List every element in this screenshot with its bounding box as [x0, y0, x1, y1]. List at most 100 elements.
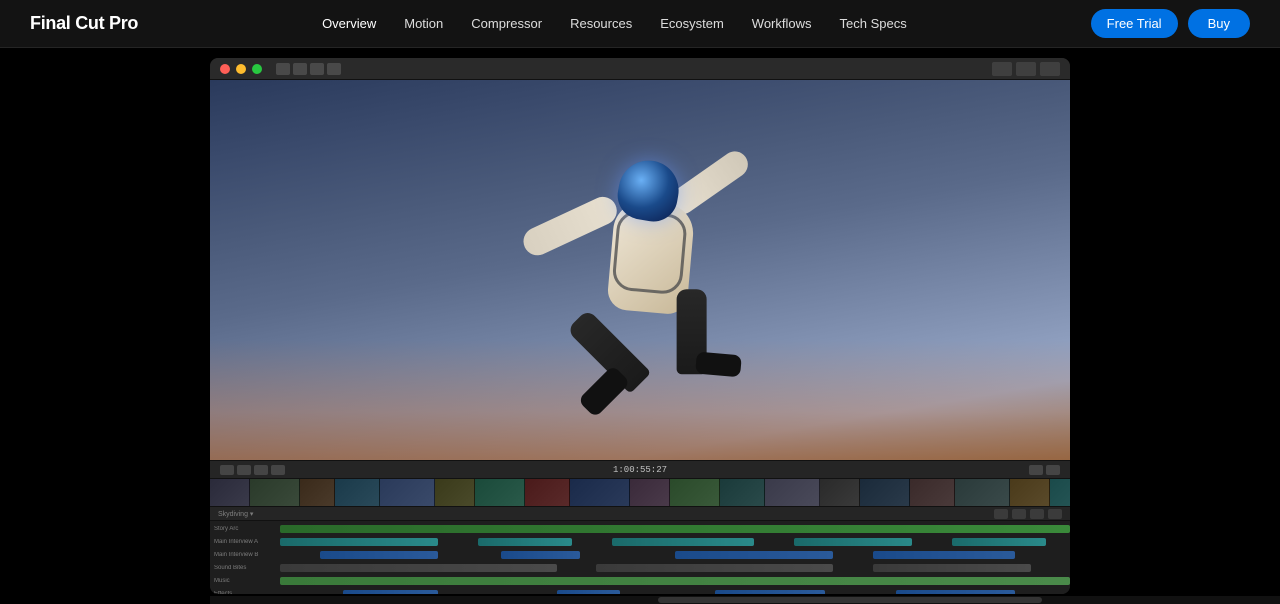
timeline-tracks: Story Arc Main Interview A: [210, 521, 1070, 594]
free-trial-button[interactable]: Free Trial: [1091, 9, 1178, 38]
nav-link-compressor[interactable]: Compressor: [471, 16, 542, 31]
track-label-6: Effects: [210, 591, 280, 594]
track-clips-5[interactable]: [280, 576, 1070, 586]
main-content: 1:00:55:27: [0, 0, 1280, 604]
film-clip-16[interactable]: [910, 479, 955, 506]
nav-link-tech-specs[interactable]: Tech Specs: [840, 16, 907, 31]
track-label-5: Music: [210, 578, 280, 584]
toolbar-icon-3[interactable]: [310, 63, 324, 75]
buy-button[interactable]: Buy: [1188, 9, 1250, 38]
viewer-toolbar: 1:00:55:27: [210, 460, 1070, 478]
zoom-control[interactable]: [1029, 465, 1043, 475]
clip-2-2[interactable]: [478, 538, 573, 546]
track-clips-2[interactable]: [280, 537, 1070, 547]
film-clip-18[interactable]: [1010, 479, 1050, 506]
close-button[interactable]: [220, 64, 230, 74]
app-window: 1:00:55:27: [210, 58, 1070, 594]
toolbar-icon-4[interactable]: [327, 63, 341, 75]
volume-button[interactable]: [271, 465, 285, 475]
loop-button[interactable]: [254, 465, 268, 475]
clip-1-1[interactable]: [280, 525, 1070, 533]
toolbar-icon-2[interactable]: [293, 63, 307, 75]
track-clips-6[interactable]: [280, 589, 1070, 594]
nav-buttons: Free Trial Buy: [1091, 9, 1250, 38]
film-clip-11[interactable]: [670, 479, 720, 506]
timeline-editor: Skydiving ▾ Story Arc M: [210, 506, 1070, 594]
film-clip-12[interactable]: [720, 479, 765, 506]
track-row-1: Story Arc: [210, 523, 1070, 535]
fullscreen-toggle[interactable]: [1046, 465, 1060, 475]
film-clip-5[interactable]: [380, 479, 435, 506]
clip-6-2[interactable]: [557, 590, 620, 594]
nav-link-overview[interactable]: Overview: [322, 16, 376, 31]
film-clip-7[interactable]: [475, 479, 525, 506]
filmstrip-track: [210, 479, 1070, 506]
film-clip-3[interactable]: [300, 479, 335, 506]
viewer-right-controls: [1029, 465, 1060, 475]
film-clip-13[interactable]: [765, 479, 820, 506]
clip-6-3[interactable]: [715, 590, 826, 594]
track-label-2: Main Interview A: [210, 539, 280, 545]
view-toggle-1[interactable]: [992, 62, 1012, 76]
playback-controls: [220, 465, 285, 475]
nav-link-motion[interactable]: Motion: [404, 16, 443, 31]
film-clip-4[interactable]: [335, 479, 380, 506]
timeline-ctrl-2[interactable]: [1012, 509, 1026, 519]
film-clip-6[interactable]: [435, 479, 475, 506]
film-clip-19[interactable]: [1050, 479, 1070, 506]
clip-3-1[interactable]: [320, 551, 439, 559]
film-clip-14[interactable]: [820, 479, 860, 506]
clip-2-5[interactable]: [952, 538, 1047, 546]
clip-3-3[interactable]: [675, 551, 833, 559]
toolbar-icon-1[interactable]: [276, 63, 290, 75]
timeline-ctrl-3[interactable]: [1030, 509, 1044, 519]
app-logo[interactable]: Final Cut Pro: [30, 13, 138, 34]
minimize-button[interactable]: [236, 64, 246, 74]
skip-button[interactable]: [237, 465, 251, 475]
clip-4-3[interactable]: [873, 564, 1031, 572]
clip-3-4[interactable]: [873, 551, 1015, 559]
timeline-ctrl-1[interactable]: [994, 509, 1008, 519]
track-row-4: Sound Bites: [210, 562, 1070, 574]
clip-6-4[interactable]: [896, 590, 1015, 594]
clip-6-1[interactable]: [343, 590, 438, 594]
track-label-3: Main Interview B: [210, 552, 280, 558]
track-clips-3[interactable]: [280, 550, 1070, 560]
track-clips-4[interactable]: [280, 563, 1070, 573]
clip-2-4[interactable]: [794, 538, 913, 546]
clip-3-2[interactable]: [501, 551, 580, 559]
clip-4-1[interactable]: [280, 564, 557, 572]
timeline-ctrl-4[interactable]: [1048, 509, 1062, 519]
track-row-2: Main Interview A: [210, 536, 1070, 548]
film-clip-8[interactable]: [525, 479, 570, 506]
film-clip-1[interactable]: [210, 479, 250, 506]
view-toggle-2[interactable]: [1016, 62, 1036, 76]
film-clip-15[interactable]: [860, 479, 910, 506]
clip-4-2[interactable]: [596, 564, 833, 572]
track-row-6: Effects: [210, 588, 1070, 594]
harness: [611, 210, 688, 296]
nav-links: Overview Motion Compressor Resources Eco…: [322, 16, 907, 31]
viewer-area: [210, 80, 1070, 460]
film-clip-17[interactable]: [955, 479, 1010, 506]
track-clips-1[interactable]: [280, 524, 1070, 534]
shoe-right: [695, 351, 742, 377]
fullscreen-button[interactable]: [252, 64, 262, 74]
nav-link-resources[interactable]: Resources: [570, 16, 632, 31]
nav-link-workflows[interactable]: Workflows: [752, 16, 812, 31]
nav-link-ecosystem[interactable]: Ecosystem: [660, 16, 724, 31]
clip-2-3[interactable]: [612, 538, 754, 546]
clip-2-1[interactable]: [280, 538, 438, 546]
track-row-5: Music: [210, 575, 1070, 587]
film-clip-2[interactable]: [250, 479, 300, 506]
navigation-bar: Final Cut Pro Overview Motion Compressor…: [0, 0, 1280, 48]
arm-left: [519, 192, 621, 260]
film-clip-9[interactable]: [570, 479, 630, 506]
track-label-4: Sound Bites: [210, 565, 280, 571]
clip-5-1[interactable]: [280, 577, 1070, 585]
film-clip-10[interactable]: [630, 479, 670, 506]
track-label-1: Story Arc: [210, 526, 280, 532]
view-toggle-3[interactable]: [1040, 62, 1060, 76]
play-button[interactable]: [220, 465, 234, 475]
filmstrip-area[interactable]: [210, 478, 1070, 506]
